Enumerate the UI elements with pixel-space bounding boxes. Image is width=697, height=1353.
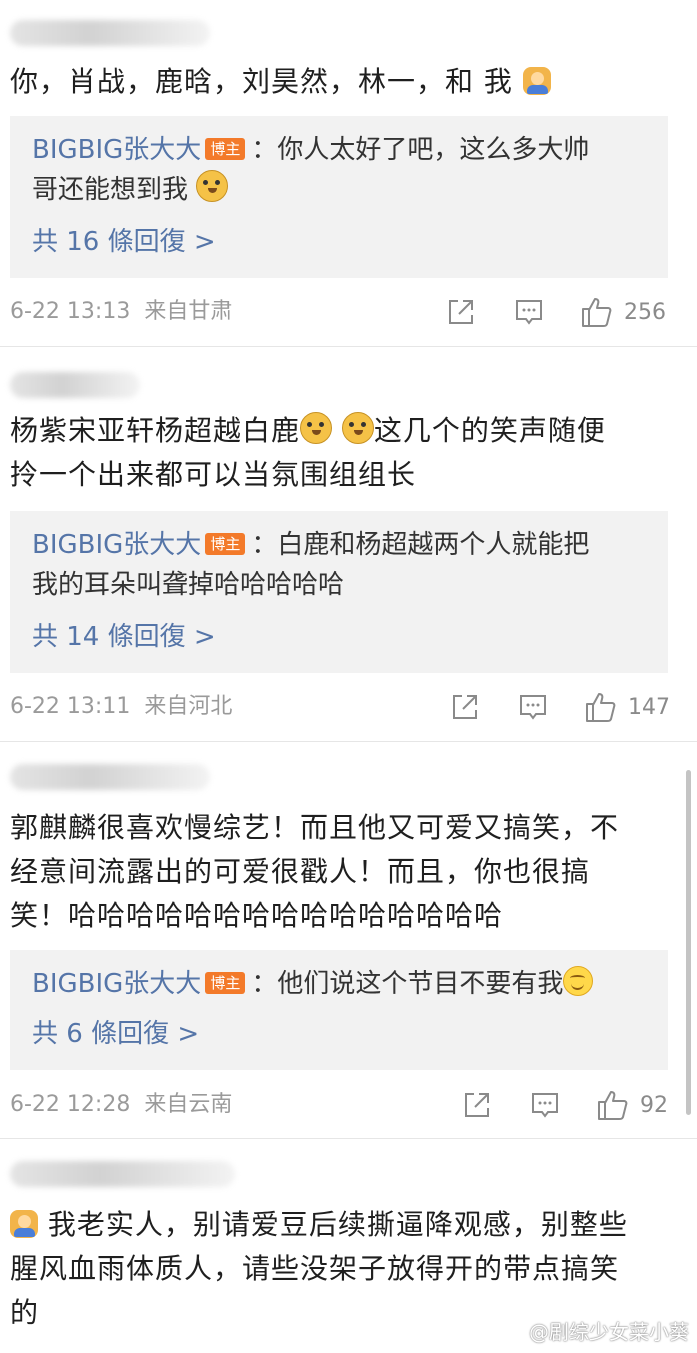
comment-icon	[520, 695, 546, 720]
comment-icon	[516, 300, 542, 325]
like-count: 256	[624, 299, 666, 325]
reply-text: ：他们说这个节目不要有我	[251, 969, 564, 999]
like-icon	[598, 1091, 628, 1120]
like-button[interactable]: 92	[596, 1088, 668, 1122]
blogger-badge: 博主	[205, 972, 246, 994]
watermark: @剧综少女菜小葵	[529, 1320, 689, 1344]
reply-box[interactable]: BIGBIG张大大 博主 ：白鹿和杨超越两个人就能把 我的耳朵叫聋掉哈哈哈哈哈 共 …	[10, 511, 668, 673]
reply-text: ：你人太好了吧，这么多大帅	[251, 135, 590, 165]
reply-line-2: 哥还能想到我	[32, 170, 638, 210]
comment-1: 你，肖战，鹿晗，刘昊然，林一，和 我 BIGBIG张大大 博主 ：你人太好了吧，这么…	[0, 0, 697, 346]
like-count: 147	[628, 694, 670, 720]
reply-line-2: 我的耳朵叫聋掉哈哈哈哈哈	[32, 570, 345, 600]
share-icon	[453, 695, 477, 719]
share-button[interactable]	[462, 1088, 492, 1122]
location: 来自云南	[144, 1092, 233, 1117]
reply-author[interactable]: BIGBIG张大大	[32, 969, 201, 999]
comment-button[interactable]	[514, 295, 544, 329]
doge-emoji-icon	[196, 170, 229, 202]
view-replies-link[interactable]: 共 14 條回復 >	[32, 617, 216, 657]
blogger-badge: 博主	[205, 138, 246, 160]
like-icon	[586, 693, 616, 722]
username-blurred[interactable]	[10, 764, 210, 790]
username-blurred[interactable]	[10, 372, 140, 398]
reply-line: BIGBIG张大大 博主 ：他们说这个节目不要有我	[32, 964, 638, 1004]
username-blurred[interactable]	[10, 1161, 235, 1187]
smile-emoji-icon	[563, 966, 594, 996]
like-count: 92	[640, 1092, 668, 1118]
reply-author[interactable]: BIGBIG张大大	[32, 135, 201, 165]
like-icon	[582, 298, 612, 327]
comment-text-line-2: 拎一个出来都可以当氛围组组长	[10, 458, 417, 491]
reply-box[interactable]: BIGBIG张大大 博主 ：他们说这个节目不要有我 共 6 條回復 >	[10, 950, 668, 1070]
comment-button[interactable]	[518, 690, 548, 724]
location: 来自河北	[144, 694, 233, 719]
comment-icon	[532, 1093, 558, 1118]
reply-box[interactable]: BIGBIG张大大 博主 ：你人太好了吧，这么多大帅 哥还能想到我 共 16 條回復…	[10, 116, 668, 278]
person-raising-hand-emoji-icon	[522, 67, 551, 95]
blogger-badge: 博主	[205, 533, 246, 555]
comment-meta: 6-22 13:11 来自河北	[10, 692, 232, 722]
timestamp: 6-22 13:11	[10, 694, 131, 719]
username-blurred[interactable]	[10, 20, 210, 46]
timestamp: 6-22 12:28	[10, 1092, 131, 1117]
comment-3: 郭麒麟很喜欢慢综艺！而且他又可爱又搞笑，不 经意间流露出的可爱很戳人！而且，你也…	[0, 742, 697, 1138]
comment-2: 杨紫宋亚轩杨超越白鹿 这几个的笑声随便 拎一个出来都可以当氛围组组长 BIGBI…	[0, 347, 697, 741]
doge-emoji-icon	[341, 412, 374, 444]
share-icon	[465, 1093, 489, 1117]
comment-text: 郭麒麟很喜欢慢综艺！而且他又可爱又搞笑，不	[10, 811, 620, 844]
comment-text: 杨紫宋亚轩杨超越白鹿 这几个的笑声随便	[10, 412, 606, 447]
scrollbar[interactable]	[686, 770, 691, 1115]
comment-text: 你，肖战，鹿晗，刘昊然，林一，和 我	[10, 60, 667, 104]
reply-line: BIGBIG张大大 博主 ：你人太好了吧，这么多大帅	[32, 130, 638, 170]
comment-text-line-2: 腥风血雨体质人，请些没架子放得开的带点搞笑	[10, 1252, 620, 1285]
timestamp: 6-22 13:13	[10, 299, 131, 324]
location: 来自甘肃	[144, 299, 233, 324]
comment-text-line-2: 经意间流露出的可爱很戳人！而且，你也很搞	[10, 855, 591, 888]
like-button[interactable]: 147	[584, 690, 670, 724]
reply-author[interactable]: BIGBIG张大大	[32, 530, 201, 560]
share-button[interactable]	[450, 690, 480, 724]
reply-line: BIGBIG张大大 博主 ：白鹿和杨超越两个人就能把	[32, 525, 638, 565]
comment-text-line-3: 笑！哈哈哈哈哈哈哈哈哈哈哈哈哈哈哈	[10, 899, 504, 932]
person-raising-hand-emoji-icon	[10, 1210, 38, 1238]
share-button[interactable]	[446, 295, 476, 329]
comment-meta: 6-22 13:13 来自甘肃	[10, 297, 232, 327]
comment-meta: 6-22 12:28 来自云南	[10, 1090, 232, 1120]
comment-text: 我老实人，别请爱豆后续撕逼降观感，别整些	[10, 1203, 667, 1247]
comment-button[interactable]	[530, 1088, 560, 1122]
reply-text: ：白鹿和杨超越两个人就能把	[251, 530, 590, 560]
view-replies-link[interactable]: 共 6 條回復 >	[32, 1014, 199, 1054]
like-button[interactable]: 256	[580, 295, 666, 329]
share-icon	[449, 300, 473, 324]
doge-emoji-icon	[300, 412, 333, 444]
view-replies-link[interactable]: 共 16 條回復 >	[32, 222, 216, 262]
